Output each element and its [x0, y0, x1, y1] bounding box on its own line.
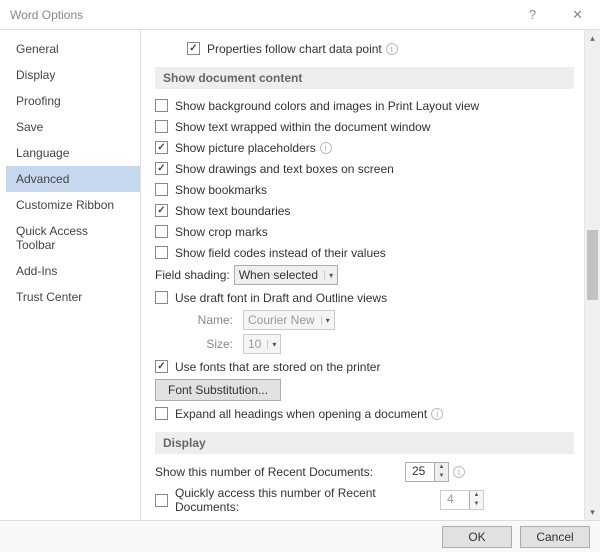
row-printer-fonts: Use fonts that are stored on the printer	[155, 356, 574, 377]
sidebar: General Display Proofing Save Language A…	[6, 30, 141, 520]
label-drawings: Show drawings and text boxes on screen	[175, 162, 394, 176]
content: Properties follow chart data point Show …	[141, 30, 584, 520]
row-recent-docs: Show this number of Recent Documents: 25…	[155, 460, 574, 484]
checkbox-bgcolors[interactable]	[155, 99, 168, 112]
window-title: Word Options	[10, 8, 83, 22]
close-button[interactable]: ✕	[555, 0, 600, 30]
vertical-scrollbar[interactable]: ▴ ▾	[584, 30, 600, 520]
font-substitution-button[interactable]: Font Substitution...	[155, 379, 281, 401]
scroll-thumb[interactable]	[587, 230, 598, 300]
row-picture-placeholders: Show picture placeholders	[155, 137, 574, 158]
select-draft-name-value: Courier New	[248, 313, 315, 327]
label-bgcolors: Show background colors and images in Pri…	[175, 99, 479, 113]
chevron-down-icon: ▾	[267, 340, 276, 349]
row-draft-font: Use draft font in Draft and Outline view…	[155, 287, 574, 308]
checkbox-picture-placeholders[interactable]	[155, 141, 168, 154]
info-icon[interactable]	[431, 408, 443, 420]
main: General Display Proofing Save Language A…	[0, 30, 600, 520]
label-quick-recent: Quickly access this number of Recent Doc…	[175, 486, 440, 514]
select-draft-size: 10 ▾	[243, 334, 281, 354]
row-field-shading: Field shading: When selected ▾	[155, 263, 574, 287]
row-draft-size: Size: 10 ▾	[155, 332, 574, 356]
row-wrap: Show text wrapped within the document wi…	[155, 116, 574, 137]
row-draft-name: Name: Courier New ▾	[155, 308, 574, 332]
content-wrap: Properties follow chart data point Show …	[141, 30, 600, 520]
chevron-down-icon: ▾	[321, 316, 330, 325]
ok-button[interactable]: OK	[442, 526, 512, 548]
sidebar-item-general[interactable]: General	[6, 36, 140, 62]
label-field-codes: Show field codes instead of their values	[175, 246, 386, 260]
label-bookmarks: Show bookmarks	[175, 183, 267, 197]
label-expand-headings: Expand all headings when opening a docum…	[175, 407, 427, 421]
select-field-shading[interactable]: When selected ▾	[234, 265, 338, 285]
label-printer-fonts: Use fonts that are stored on the printer	[175, 360, 380, 374]
row-font-substitution: Font Substitution...	[155, 377, 574, 403]
info-icon[interactable]	[386, 43, 398, 55]
label-properties-follow-chart: Properties follow chart data point	[207, 42, 382, 56]
label-draft-size: Size:	[187, 337, 233, 351]
checkbox-field-codes[interactable]	[155, 246, 168, 259]
section-header-document-content: Show document content	[155, 67, 574, 89]
row-crop-marks: Show crop marks	[155, 221, 574, 242]
sidebar-item-save[interactable]: Save	[6, 114, 140, 140]
row-field-codes: Show field codes instead of their values	[155, 242, 574, 263]
section-header-display: Display	[155, 432, 574, 454]
checkbox-drawings[interactable]	[155, 162, 168, 175]
checkbox-bookmarks[interactable]	[155, 183, 168, 196]
titlebar: Word Options ? ✕	[0, 0, 600, 30]
row-bgcolors: Show background colors and images in Pri…	[155, 95, 574, 116]
label-draft-name: Name:	[187, 313, 233, 327]
row-expand-headings: Expand all headings when opening a docum…	[155, 403, 574, 424]
select-field-shading-value: When selected	[239, 268, 318, 282]
scroll-up-icon[interactable]: ▴	[585, 30, 600, 46]
chevron-down-icon: ▾	[324, 271, 333, 280]
spinner-quick-recent-value: 4	[441, 491, 469, 509]
sidebar-item-trust-center[interactable]: Trust Center	[6, 284, 140, 310]
sidebar-item-language[interactable]: Language	[6, 140, 140, 166]
label-draft-font: Use draft font in Draft and Outline view…	[175, 291, 387, 305]
row-text-boundaries: Show text boundaries	[155, 200, 574, 221]
sidebar-item-advanced[interactable]: Advanced	[6, 166, 140, 192]
spinner-recent-docs-value: 25	[406, 463, 434, 481]
cancel-button[interactable]: Cancel	[520, 526, 590, 548]
checkbox-printer-fonts[interactable]	[155, 360, 168, 373]
dialog-footer: OK Cancel	[0, 520, 600, 552]
sidebar-item-customize-ribbon[interactable]: Customize Ribbon	[6, 192, 140, 218]
checkbox-draft-font[interactable]	[155, 291, 168, 304]
select-draft-size-value: 10	[248, 337, 261, 351]
row-quick-recent: Quickly access this number of Recent Doc…	[155, 484, 574, 516]
scroll-down-icon[interactable]: ▾	[585, 504, 600, 520]
sidebar-item-quick-access-toolbar[interactable]: Quick Access Toolbar	[6, 218, 140, 258]
checkbox-expand-headings[interactable]	[155, 407, 168, 420]
label-field-shading: Field shading:	[155, 268, 230, 282]
row-bookmarks: Show bookmarks	[155, 179, 574, 200]
label-wrap: Show text wrapped within the document wi…	[175, 120, 430, 134]
spinner-buttons[interactable]: ▲▼	[434, 463, 448, 481]
row-drawings: Show drawings and text boxes on screen	[155, 158, 574, 179]
checkbox-properties-follow-chart[interactable]	[187, 42, 200, 55]
spinner-recent-docs[interactable]: 25 ▲▼	[405, 462, 449, 482]
help-button[interactable]: ?	[510, 0, 555, 30]
info-icon[interactable]	[320, 142, 332, 154]
sidebar-item-addins[interactable]: Add-Ins	[6, 258, 140, 284]
checkbox-text-boundaries[interactable]	[155, 204, 168, 217]
sidebar-item-proofing[interactable]: Proofing	[6, 88, 140, 114]
checkbox-quick-recent[interactable]	[155, 494, 168, 507]
select-draft-name: Courier New ▾	[243, 310, 335, 330]
row-properties-follow-chart: Properties follow chart data point	[155, 38, 574, 59]
sidebar-item-display[interactable]: Display	[6, 62, 140, 88]
label-crop-marks: Show crop marks	[175, 225, 268, 239]
info-icon[interactable]	[453, 466, 465, 478]
spinner-buttons: ▲▼	[469, 491, 483, 509]
checkbox-crop-marks[interactable]	[155, 225, 168, 238]
label-picture-placeholders: Show picture placeholders	[175, 141, 316, 155]
spinner-quick-recent: 4 ▲▼	[440, 490, 484, 510]
label-text-boundaries: Show text boundaries	[175, 204, 290, 218]
checkbox-wrap[interactable]	[155, 120, 168, 133]
label-recent-docs: Show this number of Recent Documents:	[155, 465, 405, 479]
